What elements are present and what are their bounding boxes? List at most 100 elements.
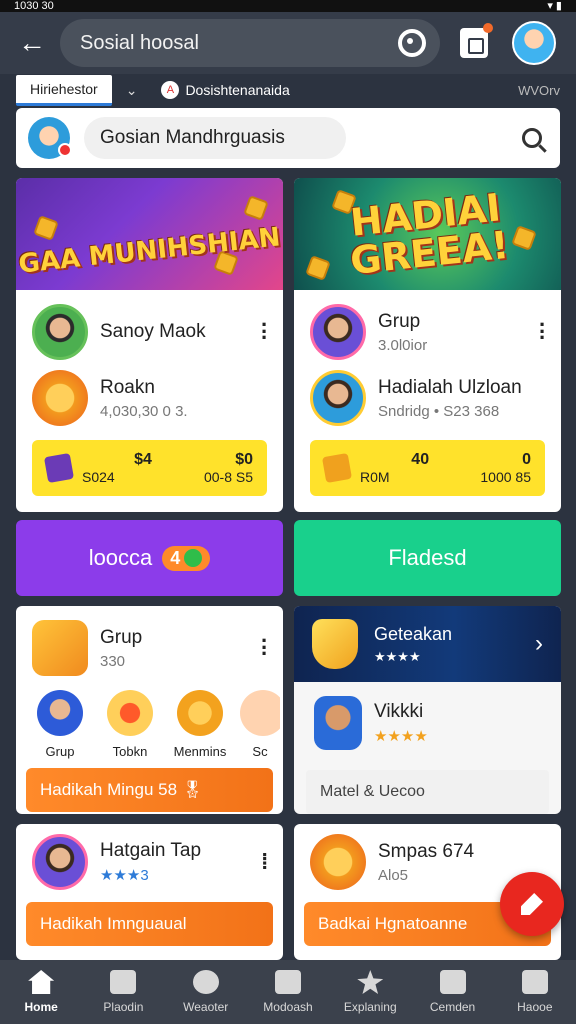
more-vert-icon[interactable]: · · · xyxy=(261,314,268,349)
chevron-down-icon[interactable]: ⌄ xyxy=(126,82,138,99)
promo-bar[interactable]: Hadikah Mingu 58 🎖 xyxy=(26,768,273,812)
nav-haooe[interactable]: Haooe xyxy=(494,960,576,1024)
purple-button[interactable]: loocca 4 xyxy=(16,520,283,596)
profile-avatar[interactable] xyxy=(512,21,556,65)
message-field[interactable]: Matel & Uecoo xyxy=(306,770,549,814)
coin-icon xyxy=(243,195,269,221)
nav-label: Home xyxy=(24,1000,58,1014)
grid-icon xyxy=(274,970,301,994)
nav-label: Modoash xyxy=(263,1000,313,1014)
promo-banner-left[interactable]: GAA MUNIHSHIAN xyxy=(16,178,283,290)
star-icon xyxy=(357,970,384,994)
dollar-icon xyxy=(184,549,203,567)
bottom-nav: Home Plaodin Weaoter Modoash Explaning C… xyxy=(0,960,576,1024)
nav-label: Explaning xyxy=(343,1000,397,1014)
list-item[interactable]: Roakn 4,030,30 0 3. xyxy=(32,370,267,426)
tab-second[interactable]: A Dosishtenanaida xyxy=(161,81,290,99)
stat-bottom-left: R0M xyxy=(360,469,390,485)
avatar xyxy=(240,690,280,736)
card-left-bottom[interactable]: Hatgain Tap ★★★3 ⁞ Hadikah Imnguaual xyxy=(16,824,283,960)
nav-label: Cemden xyxy=(429,1000,476,1014)
promo-banner-right[interactable]: HADIAI GREEA! xyxy=(294,178,561,290)
avatar xyxy=(314,696,362,750)
nav-plaodin[interactable]: Plaodin xyxy=(82,960,164,1024)
app-bar: ← Sosial hoosal xyxy=(0,12,576,74)
status-bar: 1030 30 ▾ ▮ xyxy=(0,0,576,12)
coin-icon xyxy=(177,690,223,736)
coin-icon xyxy=(32,370,88,426)
card-right-mid[interactable]: Geteakan ★★★★ › Vikkki ★★★★ Matel & Ueco… xyxy=(294,606,561,814)
mini-item[interactable]: Tobkn xyxy=(100,690,160,759)
back-arrow-icon: ← xyxy=(18,27,46,58)
row-title: Roakn xyxy=(100,376,155,398)
nav-modoash[interactable]: Modoash xyxy=(247,960,329,1024)
avatar xyxy=(37,690,83,736)
stat-bar[interactable]: 40 R0M 0 1000 85 xyxy=(310,440,545,496)
row-sub: 330 xyxy=(100,652,126,670)
row-title: Vikkki xyxy=(374,701,424,722)
status-time: 1030 30 xyxy=(14,0,54,12)
app-search-bar[interactable]: Sosial hoosal xyxy=(60,19,440,67)
avatar xyxy=(32,304,88,360)
row-sub: 3.0l0ior xyxy=(378,336,428,354)
nav-label: Plaodin xyxy=(103,1000,144,1014)
status-icons: ▾ ▮ xyxy=(547,0,562,12)
nav-home[interactable]: Home xyxy=(0,960,82,1024)
back-button[interactable]: ← xyxy=(12,23,52,63)
stat-top-right: 0 xyxy=(522,451,531,468)
avatar xyxy=(310,304,366,360)
compose-fab[interactable] xyxy=(500,872,564,936)
list-item[interactable]: Grup 3.0l0ior · · · xyxy=(310,304,546,360)
list-item[interactable]: Hatgain Tap ★★★3 ⁞ xyxy=(32,834,268,890)
row-sub: 4,030,30 0 3. xyxy=(100,402,188,420)
card-right-top[interactable]: HADIAI GREEA! Grup 3.0l0ior · · · Hadialah… xyxy=(294,178,561,512)
search-input[interactable]: Gosian Mandhrguasis xyxy=(84,117,346,159)
mini-item-label: Sc xyxy=(252,744,268,759)
nav-explaning[interactable]: Explaning xyxy=(329,960,411,1024)
list-item[interactable]: Hadialah Ulzloan Sndridg • S23 368 xyxy=(310,370,545,426)
tab-right[interactable]: WVOrv xyxy=(518,83,560,98)
list-item[interactable]: Sanoy Maok · · · xyxy=(32,304,268,360)
promo-bar[interactable]: Hadikah Imnguaual xyxy=(26,902,273,946)
nav-weaoter[interactable]: Weaoter xyxy=(165,960,247,1024)
mini-item-label: Tobkn xyxy=(112,744,148,759)
chevron-right-icon[interactable]: › xyxy=(535,630,543,658)
row-title: Grup xyxy=(378,310,421,332)
pencil-icon xyxy=(521,893,543,915)
coin-icon xyxy=(107,690,153,736)
mini-item[interactable]: Menmins xyxy=(170,690,230,759)
list-item[interactable]: Grup 330 · · · xyxy=(32,620,268,676)
more-vert-icon[interactable]: · · · xyxy=(261,630,268,665)
card-left-top[interactable]: GAA MUNIHSHIAN Sanoy Maok · · · Roakn 4,03… xyxy=(16,178,283,512)
tab-active[interactable]: Hiriehestor xyxy=(16,74,112,106)
calendar-icon xyxy=(439,970,466,994)
row-title: Smpas 674 xyxy=(378,840,475,862)
notification-icon[interactable] xyxy=(460,23,493,58)
nav-label: Haooe xyxy=(517,1000,553,1014)
more-icon[interactable]: ⁞ xyxy=(261,851,268,872)
search-icon[interactable] xyxy=(398,29,426,57)
reward-banner[interactable]: Geteakan ★★★★ › xyxy=(294,606,561,682)
green-button[interactable]: Fladesd xyxy=(294,520,561,596)
mini-item-label: Grup xyxy=(45,744,75,759)
stat-bottom-left: S024 xyxy=(82,469,115,485)
avatar[interactable] xyxy=(28,117,72,159)
mini-item[interactable]: Sc xyxy=(240,690,280,759)
card-left-mid[interactable]: Grup 330 · · · Grup Tobkn Menmins Sc Hadik… xyxy=(16,606,283,814)
stat-top-right: $0 xyxy=(235,451,253,468)
shield-icon xyxy=(312,619,358,669)
more-vert-icon[interactable]: · · · xyxy=(539,314,546,349)
banner-title: Geteakan xyxy=(374,623,453,644)
mini-item[interactable]: Grup xyxy=(30,690,90,759)
coin-icon xyxy=(310,834,366,890)
banner-title: GAA MUNIHSHIAN xyxy=(17,222,282,280)
nav-cemden[interactable]: Cemden xyxy=(411,960,493,1024)
avatar xyxy=(310,370,366,426)
stat-top-mid: 40 xyxy=(411,451,430,468)
chart-icon xyxy=(521,970,548,994)
stat-bar[interactable]: $4 S024 $0 00-8 S5 xyxy=(32,440,267,496)
list-item[interactable]: Vikkki ★★★★ xyxy=(314,696,545,750)
rating-stars: ★★★3 xyxy=(100,867,149,884)
stat-top-mid: $4 xyxy=(134,451,152,468)
search-icon[interactable] xyxy=(522,128,542,148)
